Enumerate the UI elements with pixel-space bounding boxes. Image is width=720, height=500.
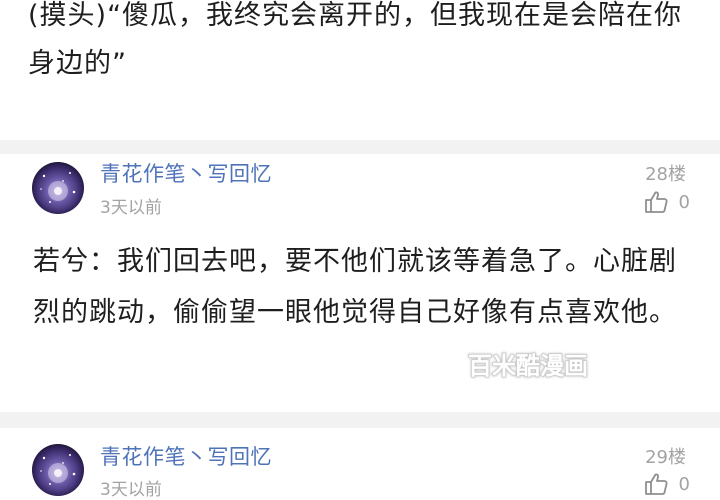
comment-divider — [0, 140, 720, 154]
previous-comment: (摸头)“傻瓜，我终究会离开的，但我现在是会陪在你身边的” — [0, 0, 720, 140]
comment-time: 3天以前 — [100, 480, 162, 500]
user-avatar[interactable] — [32, 444, 84, 496]
comment-username[interactable]: 青花作笔丶写回忆 — [100, 441, 272, 471]
like-button[interactable]: 0 — [643, 188, 690, 216]
comment-floor: 28楼 — [645, 164, 686, 185]
galaxy-avatar-image — [40, 454, 76, 485]
site-watermark: 百米酷漫画 — [446, 343, 610, 387]
galaxy-avatar-image — [40, 172, 76, 203]
comment-divider — [0, 412, 720, 428]
comment-text: 若兮：我们回去吧，要不他们就该等着急了。心脏剧烈的跳动，偷偷望一眼他觉得自己好像… — [33, 246, 677, 328]
watermark-text: 百米酷漫画 — [468, 352, 588, 380]
like-count: 0 — [678, 191, 690, 213]
previous-comment-text: (摸头)“傻瓜，我终究会离开的，但我现在是会陪在你身边的” — [28, 0, 683, 79]
comment-floor: 29楼 — [645, 447, 686, 468]
thumbs-up-icon — [643, 189, 679, 215]
user-avatar[interactable] — [32, 162, 84, 214]
thumbs-up-icon — [643, 471, 679, 497]
comment-item: 青花作笔丶写回忆 3天以前 29楼 0 — [0, 428, 720, 500]
comment-time: 3天以前 — [100, 198, 162, 218]
comment-username[interactable]: 青花作笔丶写回忆 — [100, 158, 272, 188]
like-count: 0 — [678, 473, 690, 495]
like-button[interactable]: 0 — [643, 470, 690, 498]
comment-item: 青花作笔丶写回忆 3天以前 28楼 0 若兮：我们回去吧，要不他们就该等着急了。… — [0, 154, 720, 412]
